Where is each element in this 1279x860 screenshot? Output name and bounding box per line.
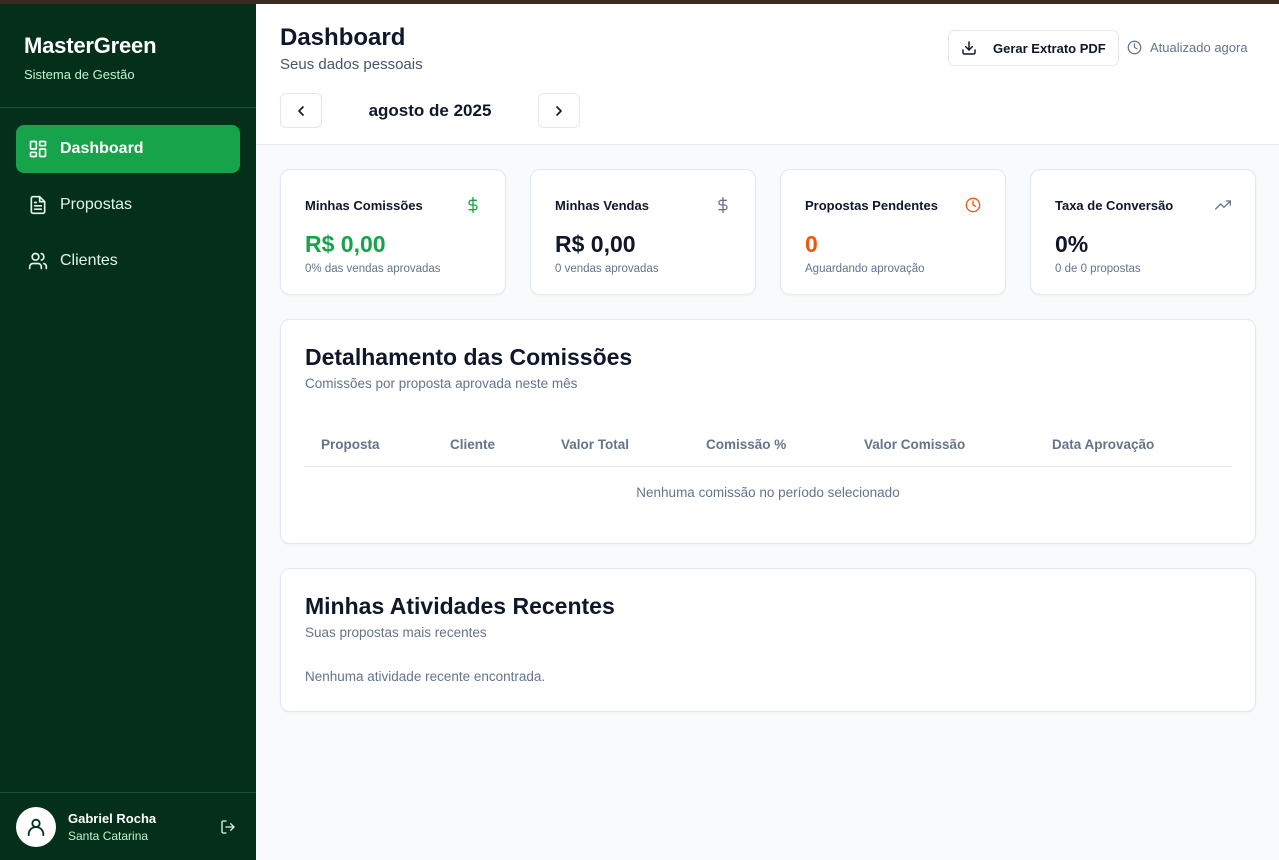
stat-card-label: Minhas Comissões: [305, 197, 423, 213]
avatar[interactable]: [16, 806, 56, 847]
sidebar-item-label: Propostas: [60, 196, 133, 213]
sidebar-item-clientes[interactable]: Clientes: [16, 237, 240, 285]
stat-card-pending: Propostas Pendentes 0 Aguardando aprovaç…: [780, 169, 1006, 295]
brand-subtitle: Sistema de Gestão: [24, 67, 135, 82]
user-panel: Gabriel Rocha Santa Catarina: [0, 792, 256, 860]
stat-card-value: 0%: [1055, 231, 1089, 257]
stat-card-sales: Minhas Vendas R$ 0,00 0 vendas aprovadas: [530, 169, 756, 295]
previous-month-button[interactable]: [280, 93, 322, 128]
stat-cards: Minhas Comissões R$ 0,00 0% das vendas a…: [280, 169, 1256, 295]
clock-icon: [1127, 40, 1142, 55]
stat-card-label: Minhas Vendas: [555, 197, 649, 213]
trending-up-icon: [1215, 197, 1231, 213]
sidebar: MasterGreen Sistema de Gestão Dashboard …: [0, 4, 256, 860]
clock-icon: [965, 197, 981, 213]
page-title: Dashboard: [280, 24, 406, 51]
last-updated: Atualizado agora: [1127, 40, 1248, 55]
commissions-title: Detalhamento das Comissões: [305, 344, 633, 370]
document-icon: [28, 195, 48, 215]
stat-card-value: R$ 0,00: [305, 231, 386, 257]
stat-card-commissions: Minhas Comissões R$ 0,00 0% das vendas a…: [280, 169, 506, 295]
commissions-table-header: Proposta Cliente Valor Total Comissão % …: [305, 423, 1231, 467]
month-navigator: agosto de 2025: [280, 93, 580, 128]
user-icon: [27, 818, 45, 836]
last-updated-text: Atualizado agora: [1150, 40, 1248, 55]
stat-card-note: 0 de 0 propostas: [1055, 263, 1141, 275]
logout-button[interactable]: [216, 815, 240, 839]
stat-card-value: 0: [805, 231, 818, 257]
stat-card-note: 0 vendas aprovadas: [555, 263, 659, 275]
page-subtitle: Seus dados pessoais: [280, 56, 423, 73]
logout-icon: [221, 819, 235, 834]
column-header-cliente[interactable]: Cliente: [450, 437, 495, 452]
generate-pdf-button[interactable]: Gerar Extrato PDF: [948, 30, 1119, 66]
activities-empty-message: Nenhuma atividade recente encontrada.: [305, 669, 546, 684]
activities-subtitle: Suas propostas mais recentes: [305, 625, 487, 640]
page-header: Dashboard Seus dados pessoais agosto de …: [256, 4, 1279, 145]
users-icon: [28, 251, 48, 271]
sidebar-item-label: Dashboard: [60, 140, 144, 157]
generate-pdf-label: Gerar Extrato PDF: [993, 40, 1106, 56]
stat-card-label: Taxa de Conversão: [1055, 197, 1174, 213]
download-icon: [961, 40, 977, 56]
chevron-left-icon: [298, 105, 304, 116]
stat-card-label: Propostas Pendentes: [805, 197, 938, 213]
column-header-data-aprovacao[interactable]: Data Aprovação: [1052, 437, 1154, 452]
dollar-icon: [465, 197, 481, 213]
chevron-right-icon: [556, 105, 562, 116]
column-header-proposta[interactable]: Proposta: [321, 437, 380, 452]
activities-panel: Minhas Atividades Recentes Suas proposta…: [280, 568, 1256, 712]
brand-title: MasterGreen: [24, 33, 157, 58]
activities-title: Minhas Atividades Recentes: [305, 593, 615, 619]
user-name: Gabriel Rocha: [68, 810, 157, 826]
column-header-valor-total[interactable]: Valor Total: [561, 437, 629, 452]
dashboard-icon: [28, 139, 48, 159]
next-month-button[interactable]: [538, 93, 580, 128]
stat-card-conversion: Taxa de Conversão 0% 0 de 0 propostas: [1030, 169, 1256, 295]
user-location: Santa Catarina: [68, 828, 149, 843]
sidebar-item-label: Clientes: [60, 252, 118, 269]
commissions-subtitle: Comissões por proposta aprovada neste mê…: [305, 376, 578, 391]
column-header-valor-comissao[interactable]: Valor Comissão: [864, 437, 965, 452]
dollar-icon: [715, 197, 731, 213]
commissions-panel: Detalhamento das Comissões Comissões por…: [280, 319, 1256, 544]
commissions-empty-message: Nenhuma comissão no período selecionado: [636, 485, 900, 500]
stat-card-note: 0% das vendas aprovadas: [305, 263, 441, 275]
current-month: agosto de 2025: [368, 100, 492, 120]
stat-card-note: Aguardando aprovação: [805, 263, 925, 275]
stat-card-value: R$ 0,00: [555, 231, 636, 257]
user-info: Gabriel Rocha Santa Catarina: [68, 811, 216, 843]
column-header-comissao-percent[interactable]: Comissão %: [706, 437, 786, 452]
sidebar-nav: Dashboard Propostas Clientes: [0, 108, 256, 285]
sidebar-item-propostas[interactable]: Propostas: [16, 181, 240, 229]
brand: MasterGreen Sistema de Gestão: [0, 4, 256, 108]
sidebar-item-dashboard[interactable]: Dashboard: [16, 125, 240, 173]
